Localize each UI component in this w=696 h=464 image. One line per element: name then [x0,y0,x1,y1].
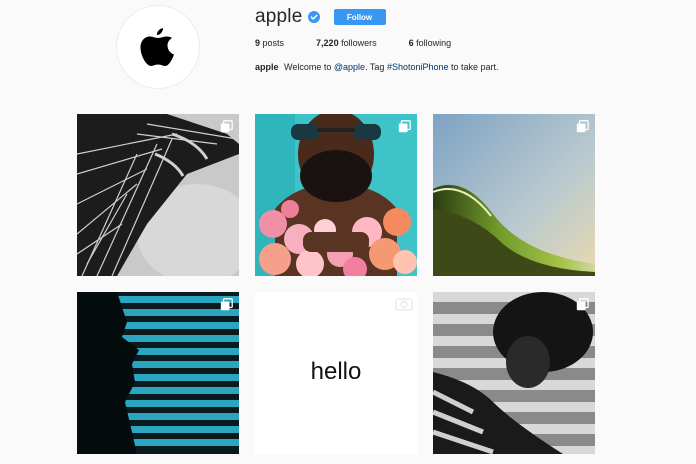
post-tile-ocean-wave[interactable] [433,114,595,276]
following-stat[interactable]: 6 following [409,38,452,48]
followers-stat[interactable]: 7,220 followers [316,38,377,48]
following-label: following [416,38,452,48]
bio-text: Welcome to [284,62,332,72]
post-tile-hello[interactable]: hello [255,292,417,454]
blinds-silhouette-photo [77,292,239,454]
apple-logo-icon [140,28,174,66]
follow-button[interactable]: Follow [333,9,386,25]
profile-stats: 9 posts 7,220 followers 6 following [255,38,483,48]
post-tile-eiffel-tower[interactable] [77,114,239,276]
multiple-posts-icon [398,120,411,133]
posts-count: 9 [255,38,261,48]
bio-hashtag-link[interactable]: #ShotoniPhone [387,62,449,72]
following-count: 6 [408,38,414,48]
followers-label: followers [341,38,377,48]
posts-stat: 9 posts [255,38,284,48]
bio-mention-link[interactable]: @apple [334,62,365,72]
post-tile-woman-portrait[interactable] [433,292,595,454]
bio-text: to take part. [451,62,499,72]
multiple-posts-icon [576,120,589,133]
post-tile-man-with-flowers[interactable] [255,114,417,276]
profile-bio: apple Welcome to @apple. Tag #ShotoniPho… [255,62,499,72]
multiple-posts-icon [576,298,589,311]
multiple-posts-icon [220,298,233,311]
profile-avatar[interactable] [116,5,200,89]
profile-username: apple [255,6,303,27]
bio-text: . Tag [365,62,385,72]
eiffel-tower-photo [77,114,239,276]
video-icon [395,298,413,311]
posts-label: posts [262,38,285,48]
multiple-posts-icon [220,120,233,133]
post-tile-blinds-silhouette[interactable] [77,292,239,454]
man-with-flowers-photo [255,114,417,276]
verified-badge-icon [307,11,320,23]
followers-count: 7,220 [316,38,339,48]
bio-name: apple [255,62,279,72]
woman-portrait-photo [433,292,595,454]
hello-post-text: hello [310,358,362,385]
profile-title-row: apple Follow [255,6,386,28]
ocean-wave-photo [433,114,595,276]
